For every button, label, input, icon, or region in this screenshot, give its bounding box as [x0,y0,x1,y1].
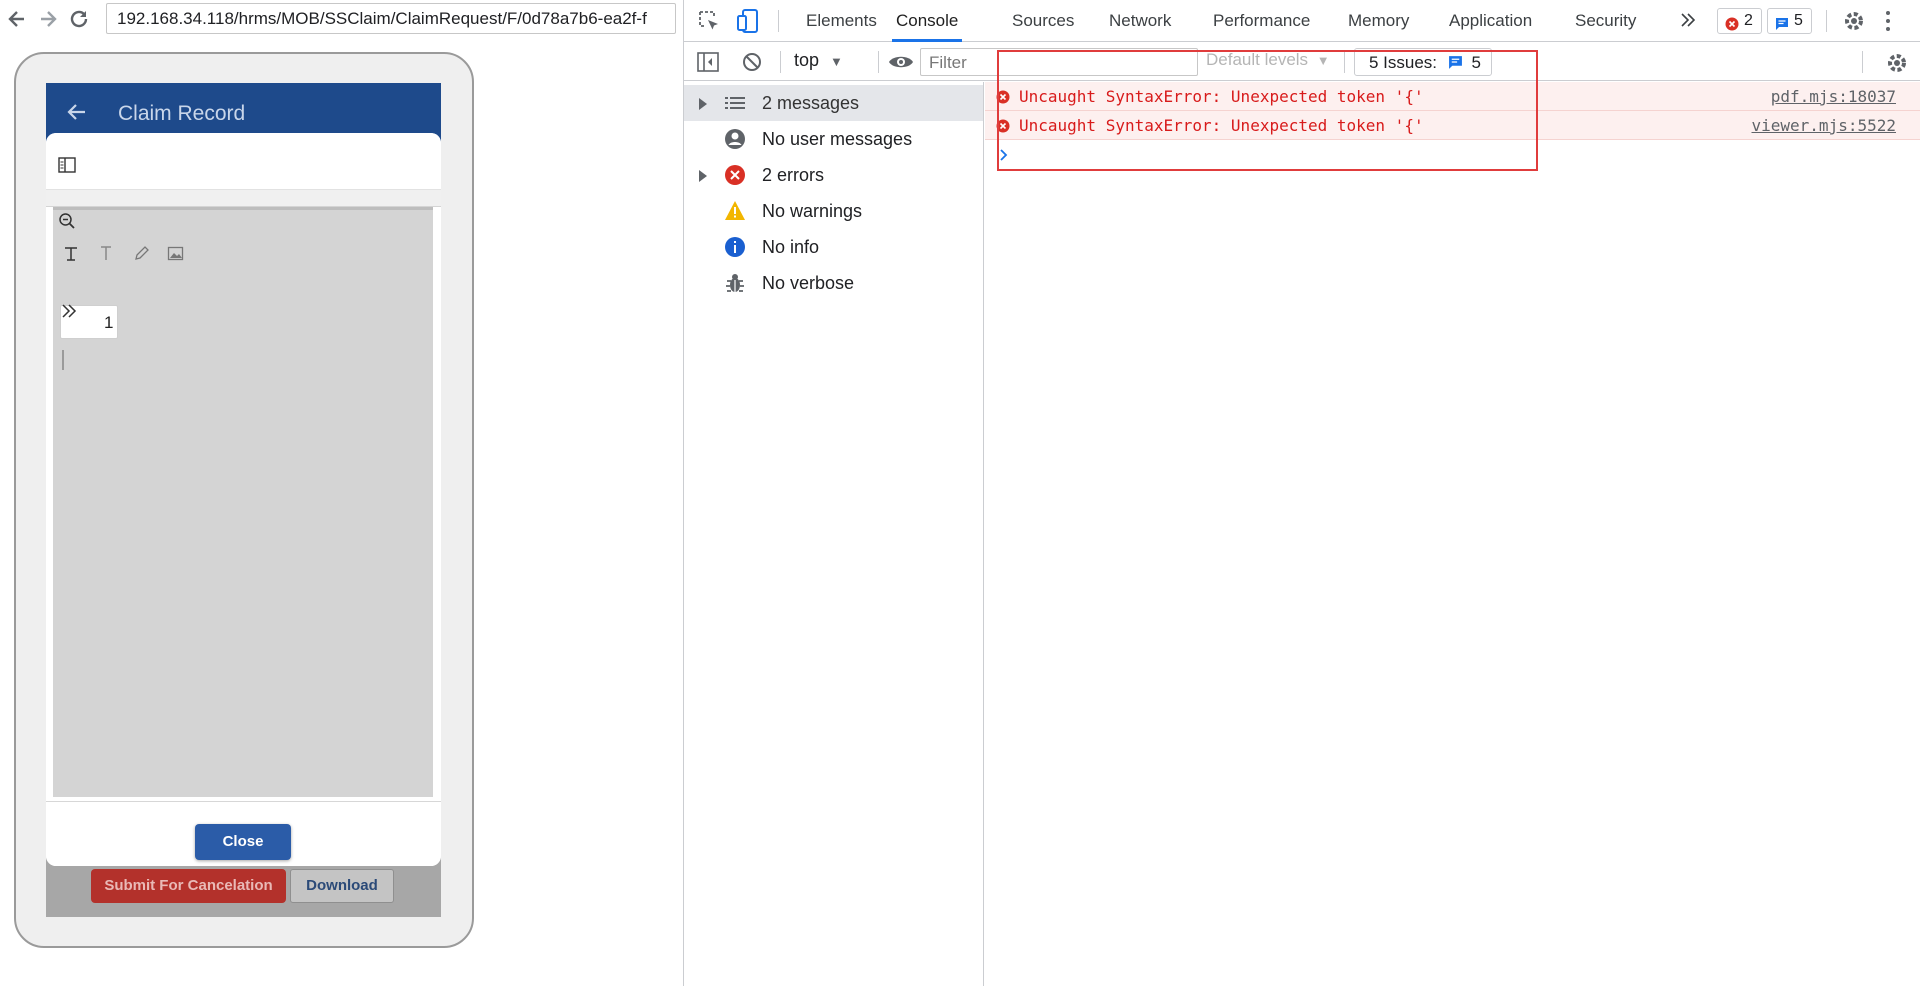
live-expression-eye-icon[interactable] [888,52,914,72]
sidebar-toggle-icon[interactable] [58,157,76,173]
double-chevron-right-icon[interactable] [61,303,77,319]
error-count: 2 [1744,12,1753,29]
sidebar-item-label: No verbose [762,273,855,293]
context-label: top [794,50,820,70]
sidebar-item-verbose[interactable]: No verbose [684,265,983,301]
console-settings-gear-icon[interactable] [1885,51,1909,75]
back-arrow-icon[interactable] [3,5,31,33]
pencil-icon[interactable] [133,245,150,262]
info-icon [724,236,746,258]
modal-footer: Close [46,801,441,866]
image-insert-icon[interactable] [167,245,184,262]
pdf-canvas-area: 1 [53,207,433,797]
back-icon[interactable] [66,101,88,128]
error-count-badge[interactable]: 2 [1717,8,1762,34]
forward-arrow-icon[interactable] [34,5,62,33]
console-output: Uncaught SyntaxError: Unexpected token '… [985,50,1920,986]
pdf-toolbar [46,133,441,189]
dropdown-triangle-icon: ▼ [830,54,843,69]
message-icon [1775,15,1789,39]
toolbar-separator [878,51,879,73]
devtools-tabbar: Elements Console Sources Network Perform… [684,0,1920,42]
app-screen: Claim Record Submit For Cancelation Down… [46,83,441,917]
device-toolbar-icon[interactable] [736,8,760,34]
zoom-out-icon[interactable] [58,212,76,230]
tab-network[interactable]: Network [1109,0,1171,42]
sidebar-item-label: No warnings [762,201,863,221]
expand-arrow-icon[interactable] [698,95,708,116]
expand-arrow-icon[interactable] [698,167,708,188]
address-bar[interactable]: 192.168.34.118/hrms/MOB/SSClaim/ClaimReq… [106,3,676,34]
tab-memory[interactable]: Memory [1348,0,1409,42]
submit-cancelation-button[interactable]: Submit For Cancelation [91,869,286,903]
sidebar-item-info[interactable]: No info [684,229,983,265]
sidebar-item-messages[interactable]: 2 messages [684,85,983,121]
tab-security[interactable]: Security [1575,0,1636,42]
page-title: Claim Record [118,102,246,125]
browser-page: 192.168.34.118/hrms/MOB/SSClaim/ClaimReq… [0,0,683,986]
close-button[interactable]: Close [195,824,291,860]
sidebar-item-label: No info [762,237,820,257]
issue-count-badge[interactable]: 5 [1767,8,1812,34]
inspect-element-icon[interactable] [697,9,721,33]
devtools-panel: Elements Console Sources Network Perform… [683,0,1920,986]
text-tool-icon[interactable] [98,244,114,262]
error-source-link[interactable]: viewer.mjs:5522 [1752,116,1897,135]
pdf-viewer-modal: 1 Close [46,133,441,866]
more-options-icon[interactable] [1884,10,1892,32]
sidebar-item-warnings[interactable]: No warnings [684,193,983,229]
context-selector[interactable]: top ▼ [794,50,843,71]
reload-icon[interactable] [65,5,93,33]
console-sidebar: 2 messages No user messages 2 errors No … [684,82,984,986]
sidebar-item-user-messages[interactable]: No user messages [684,121,983,157]
browser-navbar: 192.168.34.118/hrms/MOB/SSClaim/ClaimReq… [0,0,683,37]
user-icon [724,128,746,150]
tabbar-separator [1826,10,1827,32]
toolbar-separator [780,51,781,73]
error-icon [1725,15,1739,39]
draw-text-icon[interactable] [63,244,79,262]
error-source-link[interactable]: pdf.mjs:18037 [1771,87,1896,106]
tab-elements[interactable]: Elements [806,0,877,42]
annotation-highlight-box [997,50,1538,171]
download-button[interactable]: Download [290,869,394,903]
sidebar-item-label: No user messages [762,129,913,149]
sidebar-item-errors[interactable]: 2 errors [684,157,983,193]
warning-icon [724,200,746,222]
pdf-toolbar-strip [46,189,441,207]
more-tabs-chevron-icon[interactable] [1680,12,1696,28]
tab-console[interactable]: Console [892,0,963,42]
tabbar-separator [778,10,779,32]
issue-count: 5 [1794,12,1803,29]
settings-gear-icon[interactable] [1842,9,1866,33]
bug-icon [724,272,746,294]
list-icon [724,92,746,114]
clear-console-icon[interactable] [741,51,763,73]
tab-performance[interactable]: Performance [1213,0,1310,42]
text-cursor [62,350,64,370]
tab-application[interactable]: Application [1449,0,1532,42]
sidebar-toggle-icon[interactable] [697,52,719,72]
error-icon [724,164,746,186]
sidebar-item-label: 2 messages [762,93,860,113]
sidebar-item-label: 2 errors [762,165,825,185]
toolbar-separator [1862,51,1863,73]
tab-sources[interactable]: Sources [1012,0,1074,42]
